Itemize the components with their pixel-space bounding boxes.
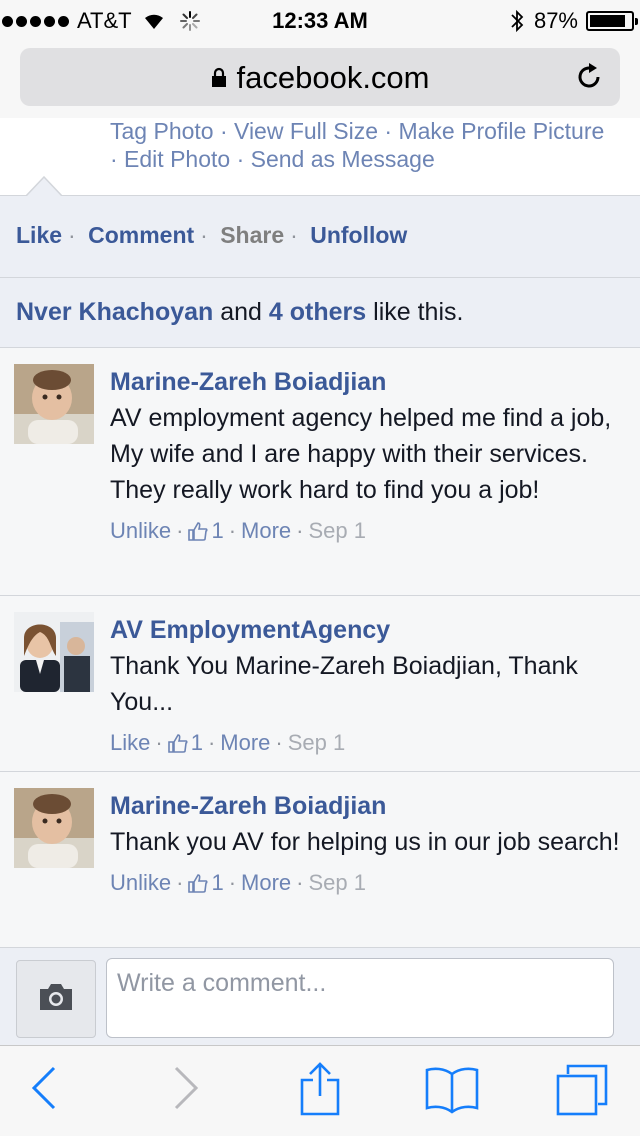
unfollow-button[interactable]: Unfollow — [310, 222, 407, 248]
status-bar: AT&T 12:33 AM 87% — [0, 0, 640, 40]
comment-like-count[interactable]: 1 — [211, 518, 223, 543]
battery-icon — [586, 11, 638, 31]
unlike-link[interactable]: Unlike — [110, 870, 171, 895]
photo-actions: Tag Photo · View Full Size · Make Profil… — [0, 118, 640, 196]
browser-address-area: facebook.com — [0, 40, 640, 130]
others-link[interactable]: 4 others — [269, 298, 366, 326]
comment-author[interactable]: AV EmploymentAgency — [110, 614, 625, 646]
liker-name-link[interactable]: Nver Khachoyan — [16, 298, 213, 326]
comment-date: Sep 1 — [287, 730, 346, 755]
avatar[interactable] — [14, 612, 94, 692]
photo-upload-button[interactable] — [16, 960, 96, 1038]
back-icon[interactable] — [30, 1066, 58, 1110]
comment-like-count[interactable]: 1 — [211, 870, 223, 895]
post-actions-bar: Like · Comment · Share · Unfollow — [0, 196, 640, 278]
thumbs-up-icon — [188, 874, 209, 893]
comment-item: Marine-Zareh Boiadjian AV employment age… — [0, 348, 640, 596]
comment-item: AV EmploymentAgency Thank You Marine-Zar… — [0, 596, 640, 772]
more-link[interactable]: More — [241, 870, 291, 895]
comment-text: Thank You Marine-Zareh Boiadjian, Thank … — [110, 652, 578, 716]
caret-pointer — [26, 176, 62, 196]
tabs-icon[interactable] — [556, 1064, 608, 1116]
comment-date: Sep 1 — [308, 518, 367, 543]
like-button[interactable]: Like — [16, 222, 62, 248]
comment-text: AV employment agency helped me find a jo… — [110, 404, 612, 504]
share-icon[interactable] — [298, 1062, 342, 1116]
share-button[interactable]: Share — [220, 222, 284, 248]
browser-toolbar — [0, 1046, 640, 1136]
comment-button[interactable]: Comment — [88, 222, 194, 248]
battery-percentage: 87% — [533, 8, 578, 33]
address-bar[interactable]: facebook.com — [20, 48, 620, 106]
comment-date: Sep 1 — [308, 870, 367, 895]
unlike-link[interactable]: Unlike — [110, 518, 171, 543]
lock-icon — [211, 67, 226, 87]
comment-text: Thank you AV for helping us in our job s… — [110, 828, 620, 856]
camera-icon — [40, 984, 72, 1010]
thumbs-up-icon — [167, 734, 188, 753]
thumbs-up-icon — [188, 522, 209, 541]
comment-author[interactable]: Marine-Zareh Boiadjian — [110, 366, 625, 398]
more-link[interactable]: More — [220, 730, 270, 755]
avatar[interactable] — [14, 364, 94, 444]
like-link[interactable]: Like — [110, 730, 150, 755]
avatar[interactable] — [14, 788, 94, 868]
comment-like-count[interactable]: 1 — [191, 730, 203, 755]
comment-author[interactable]: Marine-Zareh Boiadjian — [110, 790, 625, 822]
comment-item: Marine-Zareh Boiadjian Thank you AV for … — [0, 772, 640, 948]
likes-summary: Nver Khachoyan and 4 others like this. — [0, 278, 640, 348]
reload-icon[interactable] — [574, 62, 604, 92]
forward-icon[interactable] — [172, 1066, 200, 1110]
photo-actions-line1[interactable]: Tag Photo · View Full Size · Make Profil… — [110, 118, 604, 145]
bluetooth-icon — [511, 9, 524, 33]
url-text: facebook.com — [236, 60, 430, 95]
comment-input[interactable] — [106, 958, 614, 1038]
comment-composer — [0, 948, 640, 1046]
bookmarks-icon[interactable] — [424, 1066, 480, 1114]
photo-actions-line2[interactable]: · Edit Photo · Send as Message — [110, 146, 435, 173]
more-link[interactable]: More — [241, 518, 291, 543]
